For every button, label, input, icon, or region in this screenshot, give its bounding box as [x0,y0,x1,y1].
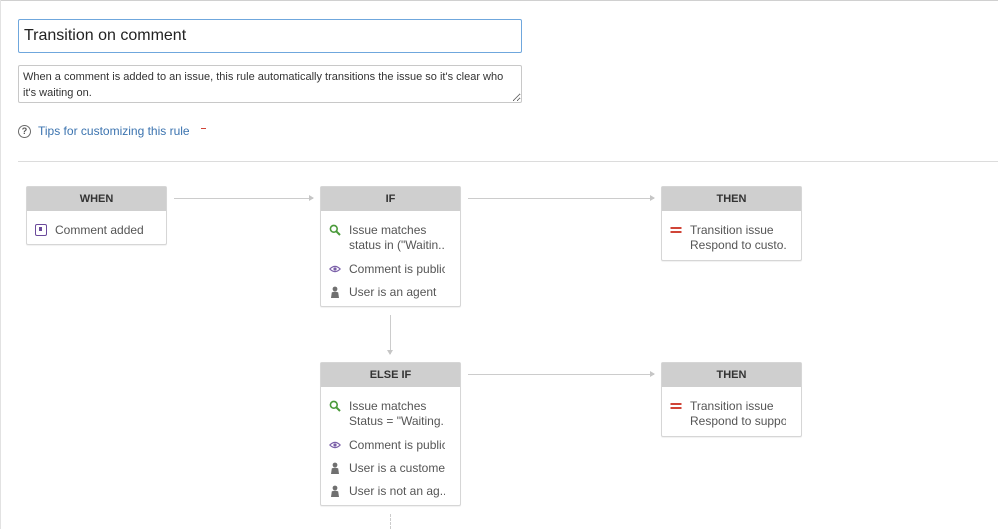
top-border [0,0,998,3]
comment-trigger-icon [35,224,47,236]
tips-link[interactable]: Tips for customizing this rule [38,124,190,138]
else-if-item-text: User is a customer [349,461,445,475]
else-if-item-user-not-agent[interactable]: User is not an ag... [329,484,445,499]
when-block[interactable]: WHEN Comment added [26,186,167,245]
then-header: THEN [662,187,801,211]
rule-name-input[interactable] [18,19,522,53]
transition-icon [670,224,682,236]
arrow-else-if-to-then [468,371,655,377]
if-item-user-agent[interactable]: User is an agent [329,285,445,300]
if-item-comment-public[interactable]: Comment is public [329,262,445,277]
then-item-line2: Respond to custo... [690,238,786,252]
if-block[interactable]: IF Issue matches status in ("Waitin... Co… [320,186,461,307]
else-if-item-text: User is not an ag... [349,484,445,498]
else-if-item-line2: Status = "Waiting... [349,414,445,428]
else-if-block[interactable]: ELSE IF Issue matches Status = "Waiting..… [320,362,461,506]
if-item-issue-matches[interactable]: Issue matches status in ("Waitin... [329,223,445,253]
then-item-transition[interactable]: Transition issue Respond to custo... [670,223,786,253]
transition-icon [670,400,682,412]
collapse-dash-icon[interactable] [200,127,206,129]
then-header: THEN [662,363,801,387]
then-block-2[interactable]: THEN Transition issue Respond to support [661,362,802,437]
if-item-text: User is an agent [349,285,437,299]
user-icon [329,462,341,474]
else-if-item-text: Comment is public [349,438,445,452]
then-item-transition[interactable]: Transition issue Respond to support [670,399,786,429]
if-item-line2: status in ("Waitin... [349,238,445,252]
else-if-header: ELSE IF [321,363,460,387]
eye-icon [329,263,341,275]
user-icon [329,286,341,298]
help-circle-icon: ? [18,124,31,138]
if-item-text: Comment is public [349,262,445,276]
section-divider [18,161,998,162]
search-icon [329,400,341,412]
eye-icon [329,439,341,451]
then-block-1[interactable]: THEN Transition issue Respond to custo... [661,186,802,261]
if-item-line1: Issue matches [349,223,427,237]
if-header: IF [321,187,460,211]
else-if-item-comment-public[interactable]: Comment is public [329,438,445,453]
when-header: WHEN [27,187,166,211]
then-item-line1: Transition issue [690,399,774,413]
search-icon [329,224,341,236]
then-item-line2: Respond to support [690,414,786,428]
else-if-item-user-customer[interactable]: User is a customer [329,461,445,476]
rule-description-textarea[interactable]: When a comment is added to an issue, thi… [18,65,522,103]
continuation-connector [390,514,391,529]
arrow-when-to-if [174,195,314,201]
arrow-if-to-else-if [387,315,393,355]
when-item-text: Comment added [55,223,144,237]
tips-row: ? Tips for customizing this rule [18,124,206,138]
when-item-comment-added[interactable]: Comment added [35,223,151,238]
else-if-item-issue-matches[interactable]: Issue matches Status = "Waiting... [329,399,445,429]
else-if-item-line1: Issue matches [349,399,427,413]
arrow-if-to-then [468,195,655,201]
left-border [0,0,1,529]
user-icon [329,485,341,497]
then-item-line1: Transition issue [690,223,774,237]
